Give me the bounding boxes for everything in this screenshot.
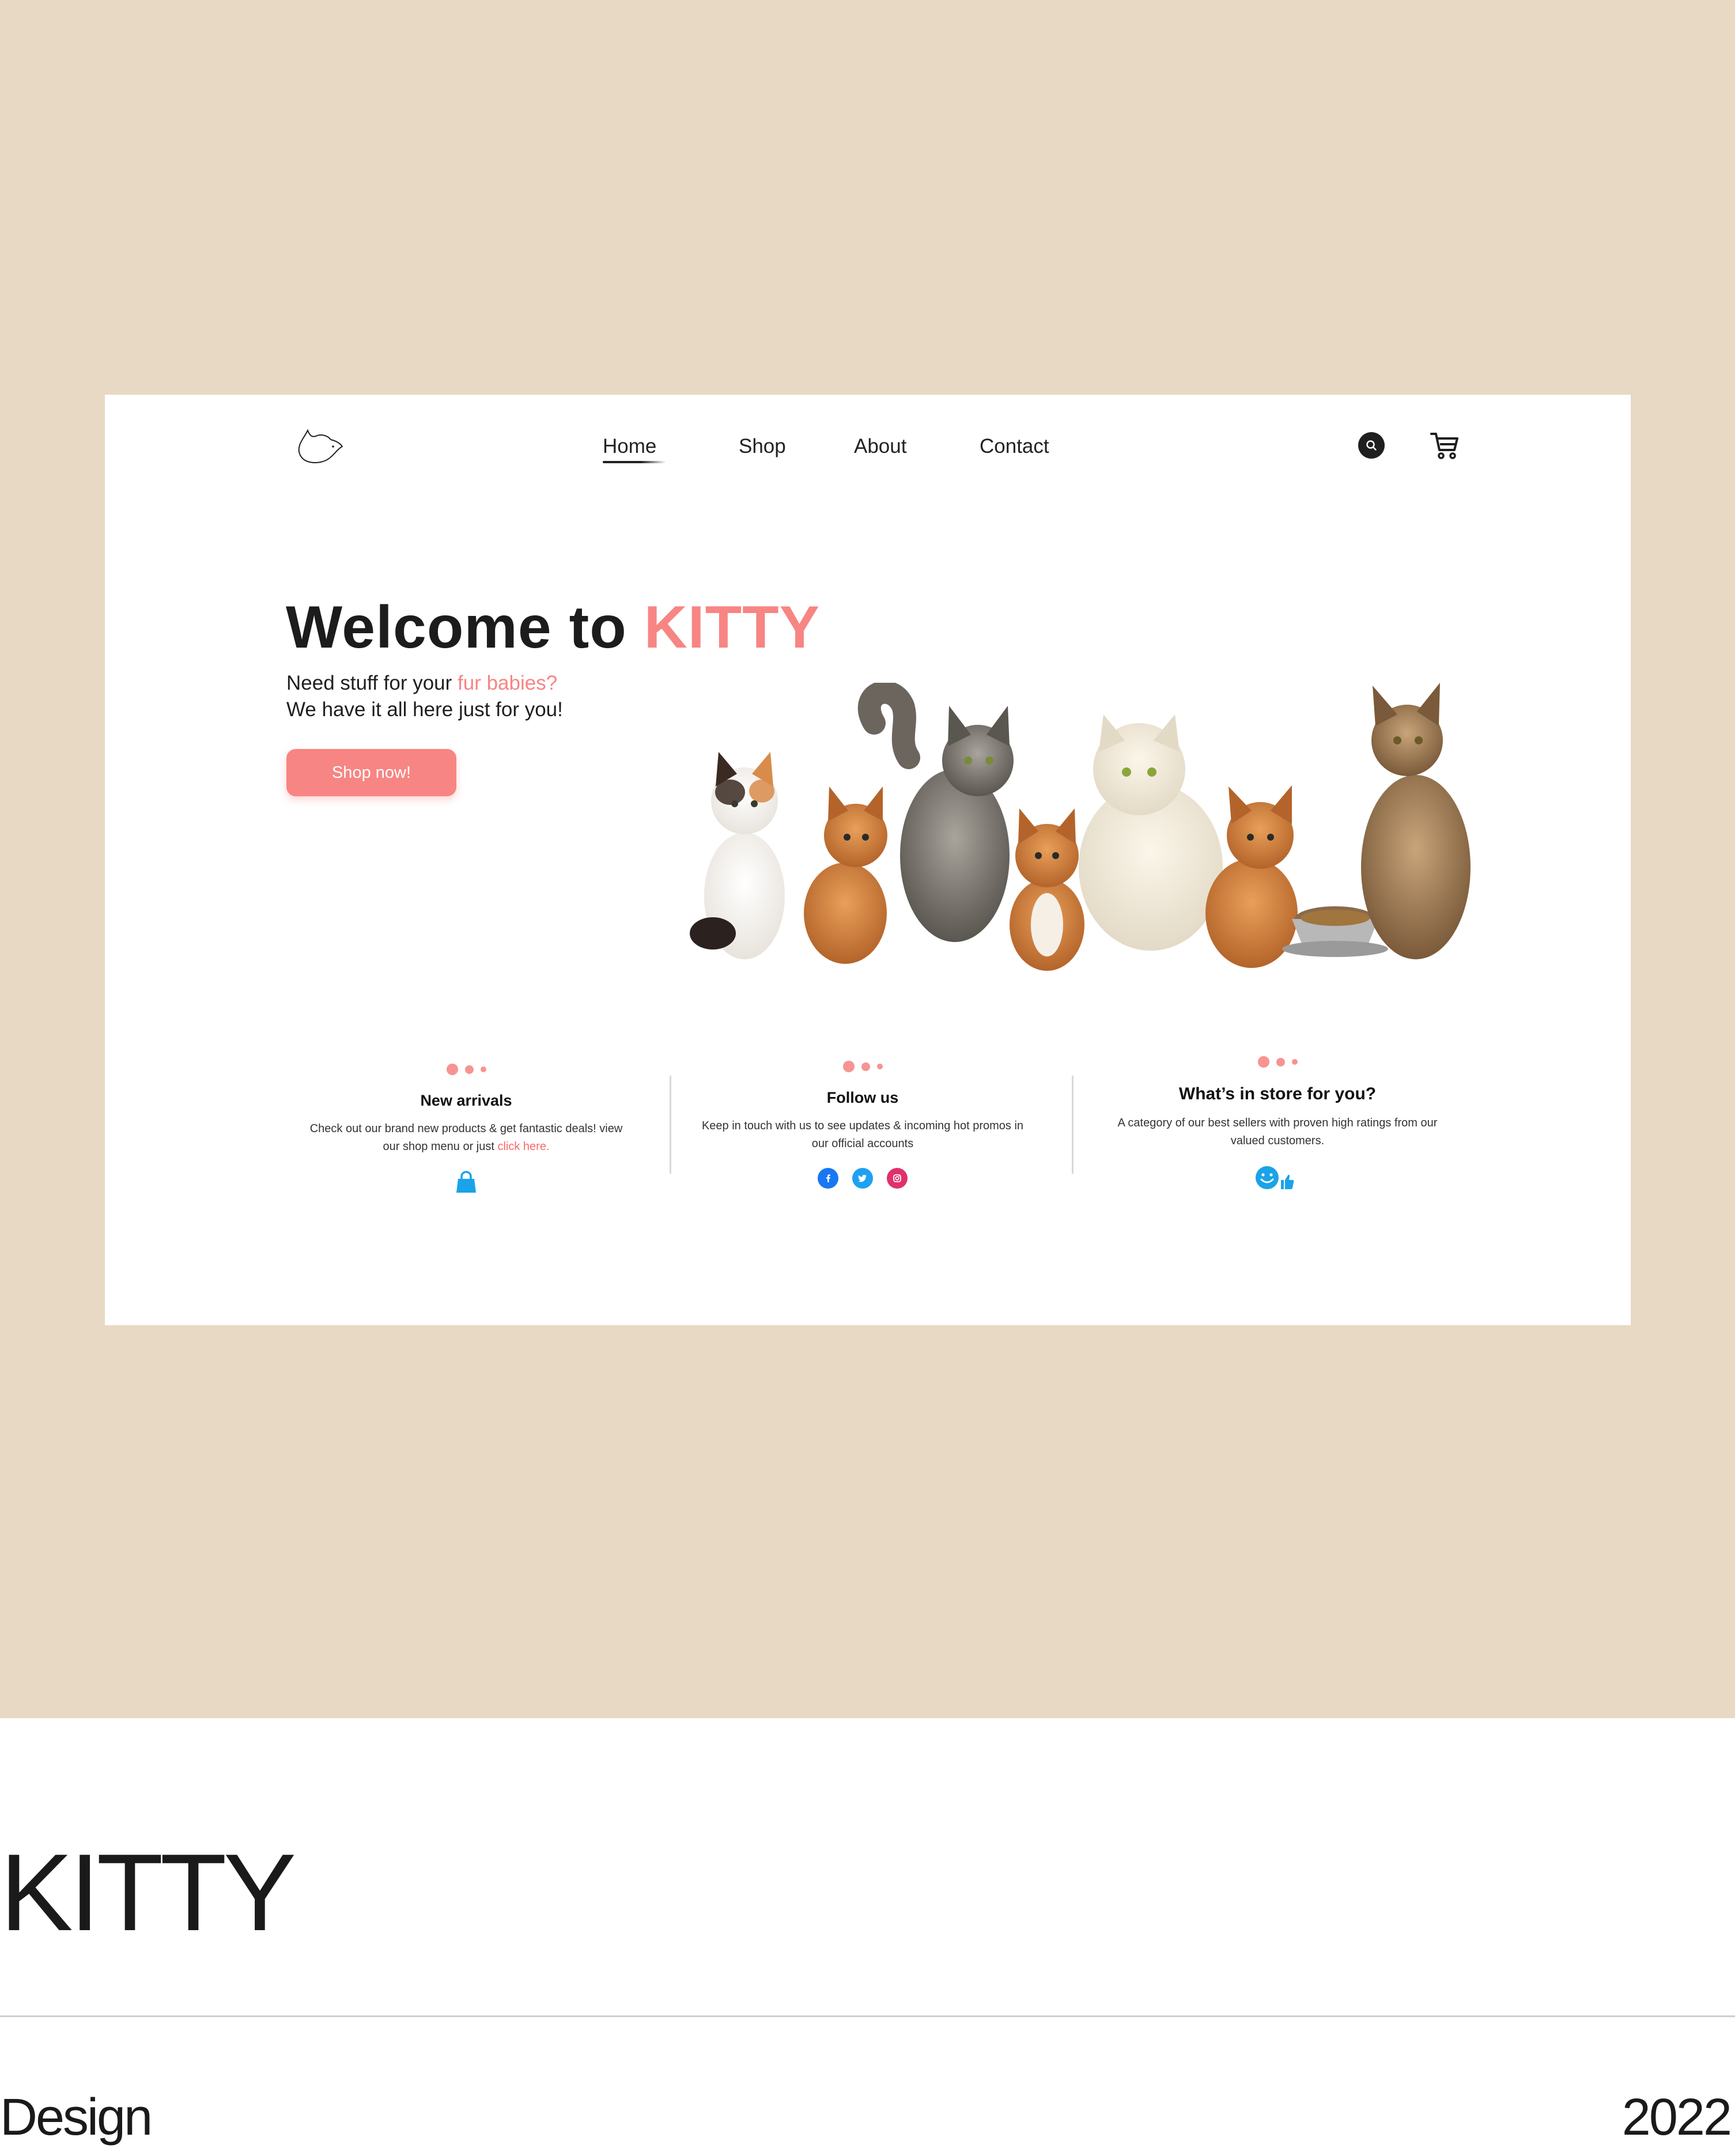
- cart-icon[interactable]: [1429, 430, 1460, 460]
- nav-shop-link[interactable]: Shop: [739, 435, 786, 458]
- click-here-link[interactable]: click here.: [497, 1140, 549, 1153]
- nav-about-link[interactable]: About: [854, 435, 906, 458]
- card-text-body: Check out our brand new products & get f…: [309, 1122, 623, 1153]
- card-whats-in-store: What’s in store for you? A category of o…: [1087, 1056, 1468, 1192]
- nav-home-link[interactable]: Home: [603, 435, 656, 458]
- card-title: New arrivals: [420, 1092, 512, 1109]
- project-title: KITTY: [0, 1832, 296, 1954]
- smile-thumbs-up-icon[interactable]: [1254, 1165, 1301, 1192]
- hero-subtitle-accent: fur babies?: [458, 672, 558, 694]
- cat-logo-icon[interactable]: [295, 423, 347, 470]
- cats-illustration: [690, 683, 1471, 971]
- card-dots: [672, 1060, 1053, 1073]
- hero-subtitle: Need stuff for your fur babies? We have …: [286, 670, 563, 723]
- card-dots: [1087, 1056, 1468, 1068]
- facebook-icon[interactable]: [818, 1168, 838, 1189]
- shop-now-button[interactable]: Shop now!: [286, 749, 456, 796]
- nav-contact-link[interactable]: Contact: [980, 435, 1049, 458]
- card-text: A category of our best sellers with prov…: [1117, 1117, 1438, 1147]
- instagram-icon[interactable]: [887, 1168, 908, 1189]
- hero-subtitle-line2: We have it all here just for you!: [286, 698, 563, 721]
- hero-title-prefix: Welcome to: [286, 594, 627, 661]
- card-text: Keep in touch with us to see updates & i…: [701, 1119, 1024, 1150]
- hero-title-brand: KITTY: [644, 594, 821, 661]
- cat-cream-persian: [1079, 714, 1223, 951]
- caption-divider: [0, 2015, 1735, 2017]
- cat-orange-kitten: [1010, 808, 1084, 971]
- cat-calico: [690, 752, 785, 959]
- cat-grey-longhair: [857, 683, 1014, 942]
- cat-maine-coon: [1361, 683, 1471, 959]
- shopping-bag-icon[interactable]: [455, 1171, 477, 1194]
- twitter-icon[interactable]: [852, 1168, 873, 1189]
- card-title: What’s in store for you?: [1178, 1084, 1377, 1103]
- search-icon: [1366, 440, 1377, 451]
- card-new-arrivals: New arrivals Check out our brand new pro…: [276, 1063, 656, 1194]
- cat-tabby-kitten: [804, 786, 887, 964]
- project-category: Design: [0, 2089, 153, 2146]
- project-year: 2022: [1621, 2089, 1732, 2146]
- card-text: Check out our brand new products & get f…: [305, 1120, 628, 1156]
- cat-ginger-kitten: [1205, 785, 1298, 968]
- card-dots: [276, 1063, 656, 1076]
- hero-title: Welcome to KITTY: [286, 593, 820, 662]
- nav-active-underline: [603, 461, 666, 463]
- search-button[interactable]: [1358, 432, 1385, 459]
- card-divider: [670, 1076, 671, 1174]
- card-divider: [1072, 1076, 1073, 1174]
- card-title: Follow us: [826, 1089, 899, 1106]
- card-follow-us: Follow us Keep in touch with us to see u…: [672, 1060, 1053, 1189]
- website-mockup: Home Shop About Contact Welcome to KITTY…: [105, 395, 1631, 1325]
- hero-subtitle-prefix: Need stuff for your: [286, 672, 452, 694]
